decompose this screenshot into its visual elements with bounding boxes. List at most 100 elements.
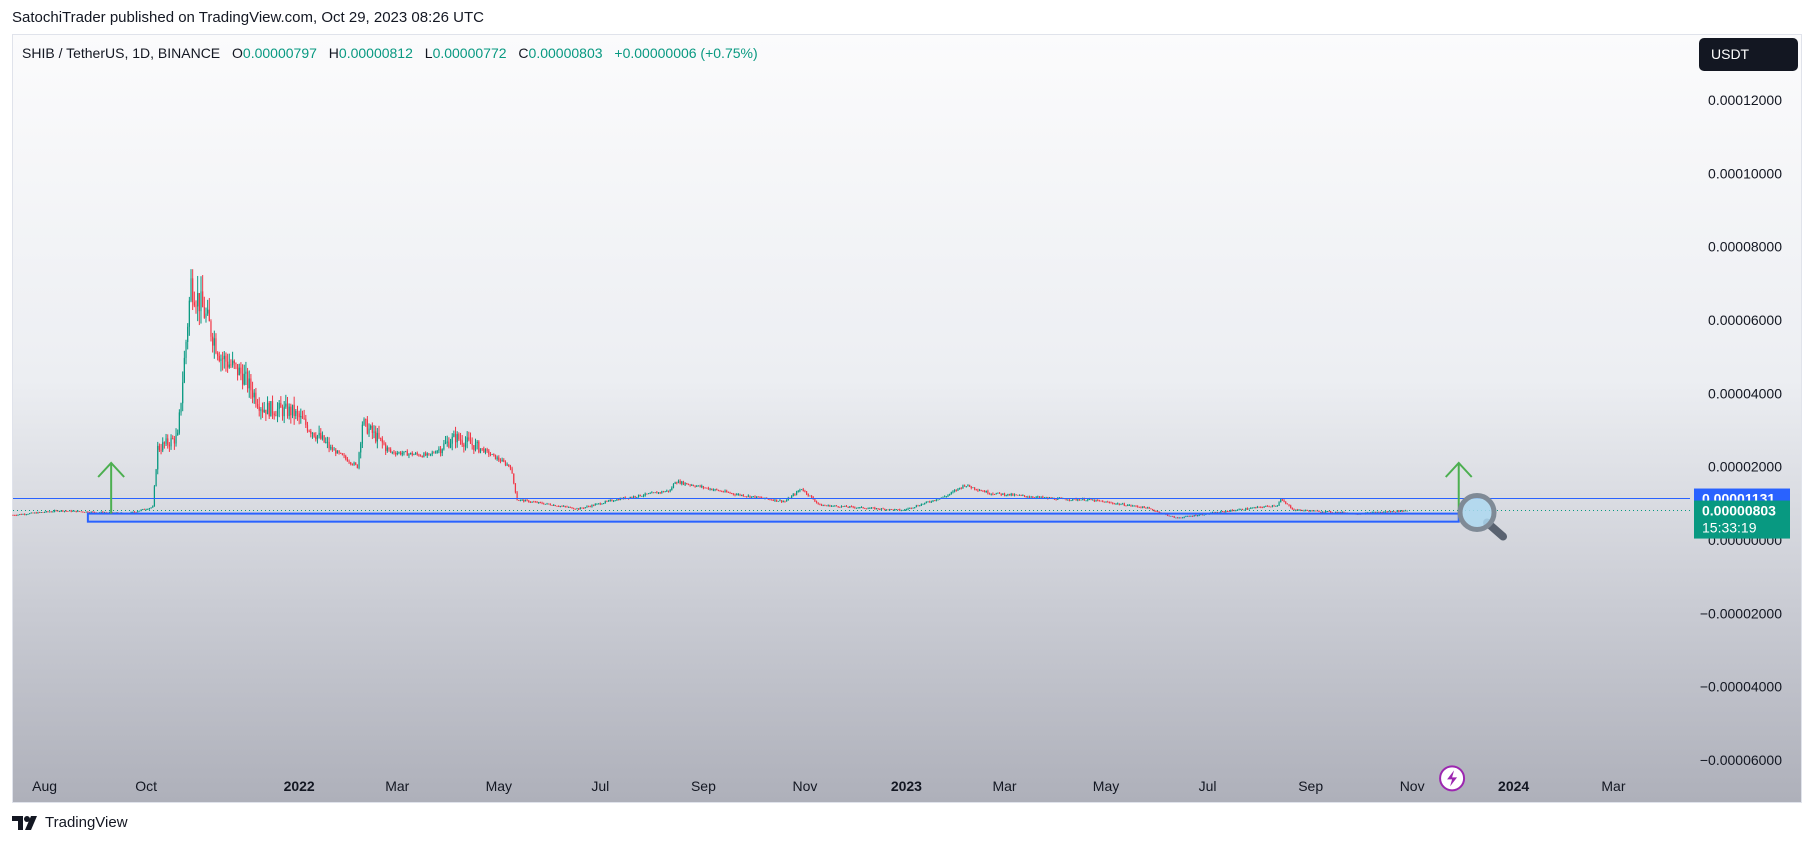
candle-body xyxy=(689,484,691,486)
candle-body xyxy=(250,378,252,391)
candle-body xyxy=(220,358,222,361)
candle-body xyxy=(835,505,838,507)
candle-body xyxy=(591,504,593,507)
candle-body xyxy=(924,502,926,504)
candle-body xyxy=(642,495,645,497)
x-tick-label: 2023 xyxy=(891,778,922,794)
candle-body xyxy=(786,500,788,502)
candle-body xyxy=(295,410,297,417)
candle-body xyxy=(177,432,179,436)
candle-body xyxy=(942,496,944,498)
candle-body xyxy=(210,321,212,337)
candle-body xyxy=(1070,499,1072,501)
candle-body xyxy=(330,447,332,449)
candle-body xyxy=(792,494,794,496)
candle-body xyxy=(513,473,515,484)
candle-body xyxy=(246,371,249,389)
candle-body xyxy=(969,484,971,487)
candle-body xyxy=(1015,494,1017,496)
candle-body xyxy=(300,416,302,418)
candle-body xyxy=(290,406,292,416)
candle-body xyxy=(543,503,545,505)
price-chart[interactable]: 0.00012000 0.00010000 0.00008000 0.00006000… xyxy=(0,0,1814,847)
candle-body xyxy=(950,492,952,494)
candle-body xyxy=(333,449,335,451)
candle-body xyxy=(338,450,340,453)
candle-body xyxy=(872,507,874,509)
candle-body xyxy=(1147,507,1149,509)
candle-body xyxy=(158,445,161,450)
candle-body xyxy=(496,457,498,460)
candle-body xyxy=(649,493,651,495)
candle-body xyxy=(1025,496,1027,497)
candle-body xyxy=(266,402,269,415)
candle-body xyxy=(182,382,184,404)
ohlc-legend: SHIB / TetherUS, 1D, BINANCE O0.00000797… xyxy=(22,45,758,61)
candle-body xyxy=(707,487,710,490)
candle-body xyxy=(316,435,319,440)
candle-body xyxy=(1008,493,1011,496)
candle-body xyxy=(899,509,901,511)
candle-body xyxy=(716,489,718,490)
candle-body xyxy=(829,505,831,507)
candle-body xyxy=(934,500,936,502)
candle-body xyxy=(63,510,66,512)
candle-body xyxy=(581,507,583,509)
candle-body xyxy=(271,401,274,414)
x-tick-label: May xyxy=(1093,778,1119,794)
candle-body xyxy=(692,485,695,487)
candle-body xyxy=(521,499,523,501)
candle-body xyxy=(727,492,729,493)
candle-body xyxy=(1080,499,1082,501)
candle-body xyxy=(451,436,453,444)
candle-body xyxy=(674,482,676,484)
candle-body xyxy=(494,454,497,460)
candle-body xyxy=(75,510,77,512)
candle-body xyxy=(167,438,169,445)
candle-body xyxy=(1018,495,1021,496)
candle-body xyxy=(163,442,165,444)
candle-body xyxy=(985,491,987,493)
candle-body xyxy=(840,506,843,508)
candle-body xyxy=(784,501,786,503)
candle-body xyxy=(305,418,307,425)
candle-body xyxy=(697,485,700,487)
candle-body xyxy=(1135,505,1137,507)
candle-body xyxy=(1281,499,1283,501)
candle-body xyxy=(731,493,733,495)
currency-button[interactable]: USDT xyxy=(1699,38,1798,71)
candle-body xyxy=(29,513,31,515)
candle-body xyxy=(538,502,540,503)
candle-body xyxy=(1133,505,1135,507)
candle-body xyxy=(927,501,929,503)
tradingview-footer[interactable]: TradingView xyxy=(12,814,128,831)
candle-body xyxy=(997,492,999,494)
candle-body xyxy=(860,507,863,508)
candle-body xyxy=(914,507,916,508)
candle-body xyxy=(529,502,532,503)
candle-body xyxy=(45,511,47,513)
candle-body xyxy=(1290,505,1292,508)
candle-body xyxy=(142,509,144,510)
candle-body xyxy=(1120,504,1122,506)
candle-body xyxy=(937,499,939,501)
candle-body xyxy=(970,486,972,488)
candle-body xyxy=(288,406,290,417)
candle-body xyxy=(325,441,327,443)
candle-body xyxy=(965,486,967,487)
symbol-label[interactable]: SHIB / TetherUS, 1D, BINANCE xyxy=(22,45,220,61)
candle-body xyxy=(1306,510,1308,511)
candle-body xyxy=(303,418,305,420)
last-price-text: 0.00000803 xyxy=(1702,503,1776,519)
candle-body xyxy=(855,507,858,509)
candle-body xyxy=(1127,505,1129,506)
candle-body xyxy=(132,511,134,513)
candle-body xyxy=(676,482,678,484)
candle-body xyxy=(1251,507,1254,509)
candle-body xyxy=(390,449,392,452)
candle-body xyxy=(1138,506,1140,508)
candle-body xyxy=(358,452,360,469)
close-key: C xyxy=(518,45,529,61)
candle-body xyxy=(62,510,64,512)
candle-body xyxy=(993,494,996,495)
